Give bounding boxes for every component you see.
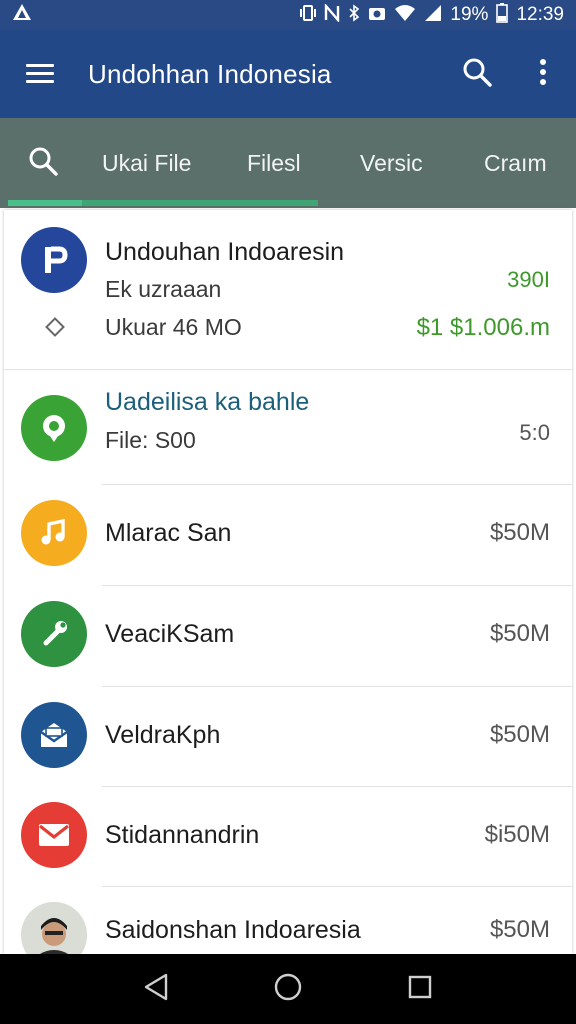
tab-search-button[interactable] bbox=[0, 118, 86, 208]
wifi-icon bbox=[394, 4, 416, 26]
tab-bar: Ukai File Filesl Versic Craım bbox=[0, 118, 576, 208]
item-title: Saidonshan Indoaresia bbox=[105, 916, 361, 944]
alert-triangle-icon bbox=[12, 3, 32, 27]
list-item[interactable]: Saidonshan Indoaresia $50M bbox=[4, 887, 572, 954]
app-title: Undohhan Indonesia bbox=[88, 58, 332, 89]
system-nav-bar bbox=[0, 954, 576, 1024]
battery-percent: 19% bbox=[450, 4, 489, 25]
list-item[interactable]: Mlarac San $50M bbox=[4, 485, 572, 586]
search-button[interactable] bbox=[444, 30, 510, 118]
item-subtitle: Ek uzraaan bbox=[105, 276, 222, 302]
nfc-icon bbox=[324, 2, 340, 26]
tab-filesl[interactable]: Filesl bbox=[231, 118, 346, 208]
tab-craim[interactable]: Craım bbox=[470, 118, 576, 208]
gmail-icon bbox=[21, 802, 87, 868]
tab-indicator-track bbox=[82, 200, 318, 206]
item-value: $50M bbox=[489, 519, 550, 546]
list-item[interactable]: VeaciKSam $50M bbox=[4, 586, 572, 687]
signal-icon bbox=[424, 4, 442, 26]
item-title: Mlarac San bbox=[105, 519, 232, 547]
status-icons: 19% 12:39 bbox=[300, 2, 564, 27]
recents-icon bbox=[406, 973, 434, 1006]
status-bar: 19% 12:39 bbox=[0, 0, 576, 30]
item-value: $1 $1.006.m bbox=[416, 314, 550, 341]
battery-icon bbox=[496, 3, 509, 27]
list-item[interactable]: Stidannandrin $i50M bbox=[4, 787, 572, 887]
item-title: Uadeilisa ka bahle bbox=[105, 388, 310, 416]
tab-indicator bbox=[8, 200, 82, 206]
list-item[interactable]: Undouhan Indoaresin Ek uzraaan Ukuar 46 … bbox=[4, 210, 572, 370]
wrench-icon bbox=[21, 601, 87, 667]
file-list: Undouhan Indoaresin Ek uzraaan Ukuar 46 … bbox=[4, 210, 572, 954]
back-icon bbox=[142, 972, 170, 1007]
camera-icon bbox=[368, 5, 386, 25]
mail-open-icon bbox=[21, 702, 87, 768]
item-title: VeldraKph bbox=[105, 721, 221, 749]
item-value: $50M bbox=[489, 721, 550, 748]
item-value: $50M bbox=[489, 620, 550, 647]
home-button[interactable] bbox=[258, 959, 318, 1019]
item-title: Undouhan Indoaresin bbox=[105, 238, 345, 266]
item-subtitle: File: S00 bbox=[105, 427, 196, 453]
tab-versic[interactable]: Versic bbox=[346, 118, 470, 208]
music-note-icon bbox=[21, 500, 87, 566]
item-title: VeaciKSam bbox=[105, 620, 235, 648]
home-icon bbox=[273, 972, 303, 1007]
list-item[interactable]: Uadeilisa ka bahle File: S00 5:0 bbox=[4, 370, 572, 485]
person-avatar-icon bbox=[21, 902, 87, 954]
back-button[interactable] bbox=[126, 959, 186, 1019]
item-value-top: 390I bbox=[507, 267, 550, 292]
menu-icon bbox=[26, 64, 54, 84]
location-pin-icon bbox=[21, 395, 87, 461]
search-icon bbox=[28, 146, 58, 181]
diamond-icon bbox=[44, 316, 66, 343]
item-size: Ukuar 46 MO bbox=[105, 314, 242, 340]
app-bar: Undohhan Indonesia bbox=[0, 30, 576, 118]
more-options-button[interactable] bbox=[510, 30, 576, 118]
p-app-icon bbox=[21, 227, 87, 293]
menu-button[interactable] bbox=[0, 30, 80, 118]
item-value: $50M bbox=[489, 916, 550, 943]
list-item[interactable]: VeldraKph $50M bbox=[4, 687, 572, 787]
search-icon bbox=[462, 57, 492, 92]
clock: 12:39 bbox=[516, 4, 564, 25]
bluetooth-icon bbox=[348, 4, 360, 26]
more-vert-icon bbox=[539, 58, 547, 91]
recents-button[interactable] bbox=[390, 959, 450, 1019]
item-value: 5:0 bbox=[519, 420, 550, 445]
tab-ukai-file[interactable]: Ukai File bbox=[86, 118, 231, 208]
item-value: $i50M bbox=[484, 821, 550, 848]
vibrate-icon bbox=[300, 4, 317, 26]
item-title: Stidannandrin bbox=[105, 821, 260, 849]
